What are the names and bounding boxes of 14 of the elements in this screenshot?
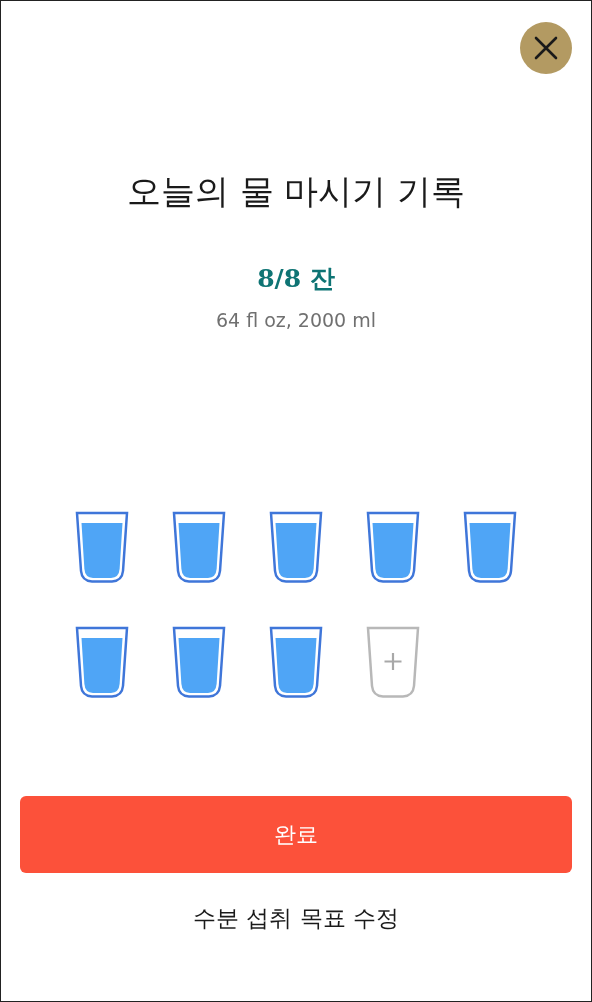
glass-count: 8/8 잔: [257, 263, 335, 295]
water-glass-icon[interactable]: [172, 626, 226, 698]
close-button[interactable]: [520, 22, 572, 74]
water-glass-icon[interactable]: [366, 511, 420, 583]
water-glass-icon[interactable]: [463, 511, 517, 583]
edit-goal-link[interactable]: 수분 섭취 목표 수정: [193, 903, 399, 934]
water-glass-icon[interactable]: [75, 626, 129, 698]
close-icon: [534, 36, 558, 60]
water-glass-icon[interactable]: [269, 511, 323, 583]
volume-text: 64 fl oz, 2000 ml: [215, 308, 377, 333]
water-glass-icon[interactable]: [75, 511, 129, 583]
page-title: 오늘의 물 마시기 기록: [126, 170, 466, 213]
water-glass-icon[interactable]: [172, 511, 226, 583]
water-glass-icon[interactable]: [269, 626, 323, 698]
